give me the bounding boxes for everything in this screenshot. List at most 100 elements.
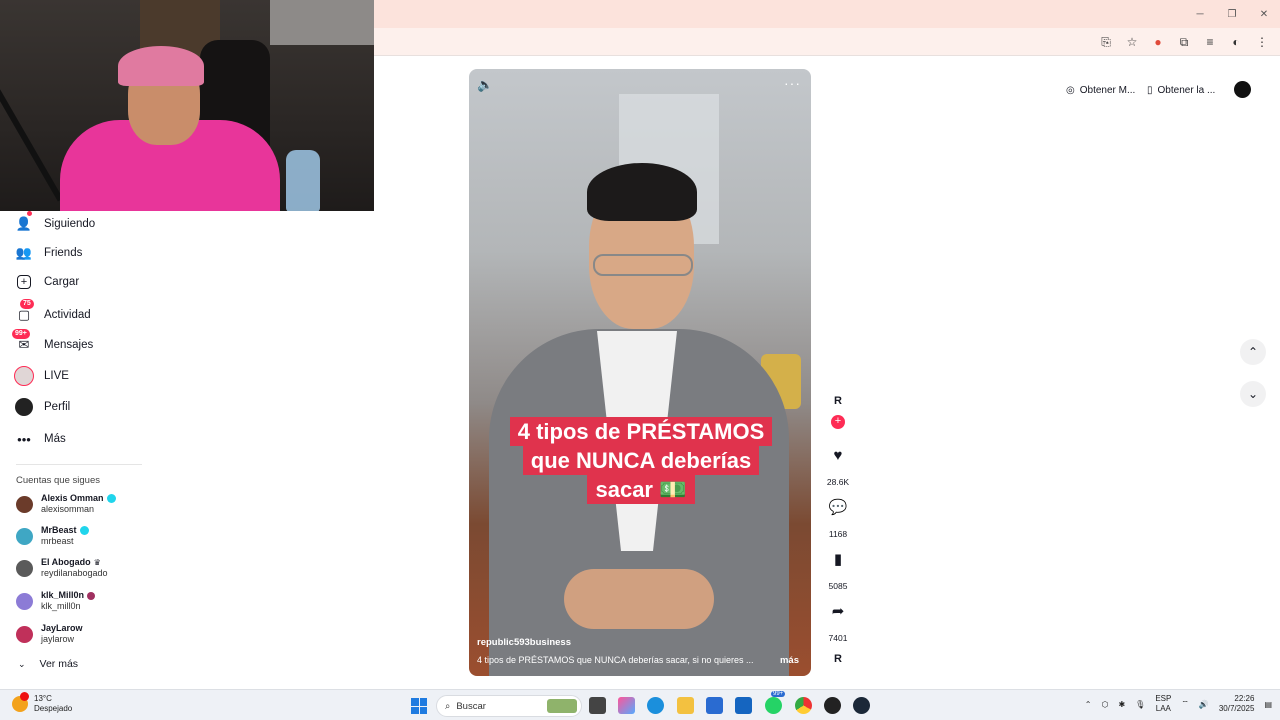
extension-icon[interactable]: ● xyxy=(1148,32,1168,52)
creator-avatar[interactable]: R xyxy=(822,395,854,413)
avatar xyxy=(16,495,33,513)
comment-icon[interactable]: 💬 xyxy=(826,495,850,519)
sidebar-item-mensajes[interactable]: ✉ 99+ Mensajes xyxy=(12,329,93,355)
coin-icon: ◎ xyxy=(1066,84,1075,96)
sidebar-item-mas[interactable]: ••• Más xyxy=(14,429,66,449)
video-description: 4 tipos de PRÉSTAMOS que NUNCA deberías … xyxy=(477,655,754,665)
weather-condition: Despejado xyxy=(34,704,73,713)
see-more-label: Ver más xyxy=(39,658,79,670)
weather-icon xyxy=(12,692,29,712)
messages-badge: 99+ xyxy=(12,329,30,339)
windows-taskbar: 13°C Despejado ⌕ Buscar 99+ ⌃ ⬡ ✱ 🎙 ESP … xyxy=(0,689,1280,720)
messages-icon: ✉ 99+ xyxy=(12,329,34,355)
more-description-link[interactable]: más xyxy=(780,655,799,666)
account-handle: alexisomman xyxy=(41,504,95,514)
followed-account[interactable]: El Abogado ♛ reydilanabogado xyxy=(16,557,108,579)
sidebar-item-label: Actividad xyxy=(44,309,91,321)
steam-icon[interactable] xyxy=(853,697,870,714)
followed-account[interactable]: Alexis Omman alexisomman xyxy=(16,493,116,515)
outlook-icon[interactable] xyxy=(735,697,752,714)
video-author[interactable]: republic593business xyxy=(477,637,571,648)
previous-video-button[interactable]: ⌃ xyxy=(1240,339,1266,365)
follow-button[interactable]: + xyxy=(831,415,845,429)
upload-icon: + xyxy=(17,275,31,289)
more-options-icon[interactable]: ··· xyxy=(784,75,801,91)
profile-icon xyxy=(15,398,33,416)
account-handle: reydilanabogado xyxy=(41,568,108,578)
puzzle-icon[interactable]: ⧉ xyxy=(1174,32,1194,52)
install-app-icon[interactable]: ⎘ xyxy=(1096,32,1116,52)
see-more-button[interactable]: ⌄ Ver más xyxy=(18,658,78,670)
task-view-icon[interactable] xyxy=(589,697,606,714)
phone-icon: ▯ xyxy=(1147,84,1153,96)
friends-icon: 👥 xyxy=(15,245,33,260)
sidebar-item-label: Más xyxy=(44,433,66,445)
webcam-overlay xyxy=(0,0,374,211)
file-explorer-icon[interactable] xyxy=(677,697,694,714)
share-count: 7401 xyxy=(828,633,848,643)
get-app-button[interactable]: ▯ Obtener la ... xyxy=(1147,79,1215,101)
share-icon[interactable]: ➦ xyxy=(826,599,850,623)
notification-icon[interactable]: ▤ xyxy=(1264,700,1272,709)
close-icon[interactable]: ✕ xyxy=(1248,0,1280,28)
chevron-up-icon[interactable]: ⌃ xyxy=(1085,700,1092,709)
next-video-button[interactable]: ⌄ xyxy=(1240,381,1266,407)
language-code: ESP xyxy=(1155,694,1172,703)
sidebar-item-cargar[interactable]: + Cargar xyxy=(14,275,79,289)
avatar xyxy=(16,592,33,610)
bookmark-star-icon[interactable]: ☆ xyxy=(1122,32,1142,52)
chevron-down-icon: ⌄ xyxy=(1247,387,1259,401)
account-name: JayLarow xyxy=(41,623,83,633)
following-accounts-title: Cuentas que sigues xyxy=(16,475,100,486)
sidebar-item-perfil[interactable]: Perfil xyxy=(14,397,70,417)
crown-icon: ♛ xyxy=(93,558,101,567)
edge-icon[interactable] xyxy=(647,697,664,714)
sidebar-item-live[interactable]: LIVE xyxy=(14,366,69,386)
pill-label: Obtener M... xyxy=(1079,84,1136,96)
speaker-icon[interactable]: 🔈 xyxy=(477,77,493,93)
sidebar-item-actividad[interactable]: ▢ 75 Actividad xyxy=(14,299,91,325)
start-icon[interactable] xyxy=(411,698,427,714)
sidebar-item-siguiendo[interactable]: 👤 Siguiendo xyxy=(14,211,95,234)
whatsapp-icon[interactable]: 99+ xyxy=(765,691,786,714)
mic-icon[interactable]: 🎙 xyxy=(1135,700,1145,709)
network-app-icon[interactable]: ⬡ xyxy=(1101,700,1108,709)
weather-widget[interactable]: 13°C Despejado xyxy=(12,692,73,714)
get-coins-button[interactable]: ◎ Obtener M... xyxy=(1066,79,1135,101)
followed-account[interactable]: JayLarow jaylarow xyxy=(16,623,83,645)
minimize-icon[interactable]: ─ xyxy=(1184,0,1216,28)
bookmark-icon[interactable]: ▮ xyxy=(826,547,850,571)
live-icon xyxy=(14,366,34,386)
wifi-icon[interactable]: ⌔ xyxy=(1181,699,1189,709)
copilot-icon[interactable] xyxy=(618,697,635,714)
sound-avatar[interactable]: R xyxy=(822,653,854,665)
verified-icon xyxy=(106,494,116,503)
reading-list-icon[interactable]: ≡ xyxy=(1200,32,1220,52)
sidebar-item-friends[interactable]: 👥 Friends xyxy=(14,243,82,263)
sidebar-item-label: Friends xyxy=(44,247,83,259)
sidebar-item-label: LIVE xyxy=(44,370,69,382)
chrome-icon[interactable] xyxy=(795,697,812,714)
volume-icon[interactable]: 🔊 xyxy=(1199,700,1209,709)
search-highlight-icon xyxy=(547,699,577,713)
app-icon[interactable] xyxy=(824,697,841,714)
time: 22:26 xyxy=(1234,694,1255,703)
notification-badge: 99+ xyxy=(771,691,786,697)
clock[interactable]: 22:26 30/7/2025 xyxy=(1219,694,1255,714)
account-name: Alexis Omman xyxy=(41,493,104,503)
video-player[interactable]: 🔈 ··· 4 tipos de PRÉSTAMOS que NUNCA deb… xyxy=(469,69,811,676)
user-avatar[interactable] xyxy=(1234,81,1251,98)
account-name: MrBeast xyxy=(41,525,77,535)
menu-kebab-icon[interactable]: ⋮ xyxy=(1252,32,1272,52)
followed-account[interactable]: klk_Mill0n klk_mill0n xyxy=(16,590,96,612)
profile-avatar-icon[interactable]: ◐ xyxy=(1226,32,1246,52)
followed-account[interactable]: MrBeast mrbeast xyxy=(16,525,89,547)
following-icon: 👤 xyxy=(14,211,34,234)
date: 30/7/2025 xyxy=(1218,704,1255,713)
taskbar-search[interactable]: ⌕ Buscar xyxy=(436,695,582,717)
maximize-icon[interactable]: ❐ xyxy=(1216,0,1248,28)
bluetooth-icon[interactable]: ✱ xyxy=(1118,700,1125,709)
sidebar: 👤 Siguiendo 👥 Friends + Cargar ▢ 75 Activ… xyxy=(0,211,160,689)
like-icon[interactable]: ♥ xyxy=(826,443,850,467)
store-icon[interactable] xyxy=(706,697,723,714)
